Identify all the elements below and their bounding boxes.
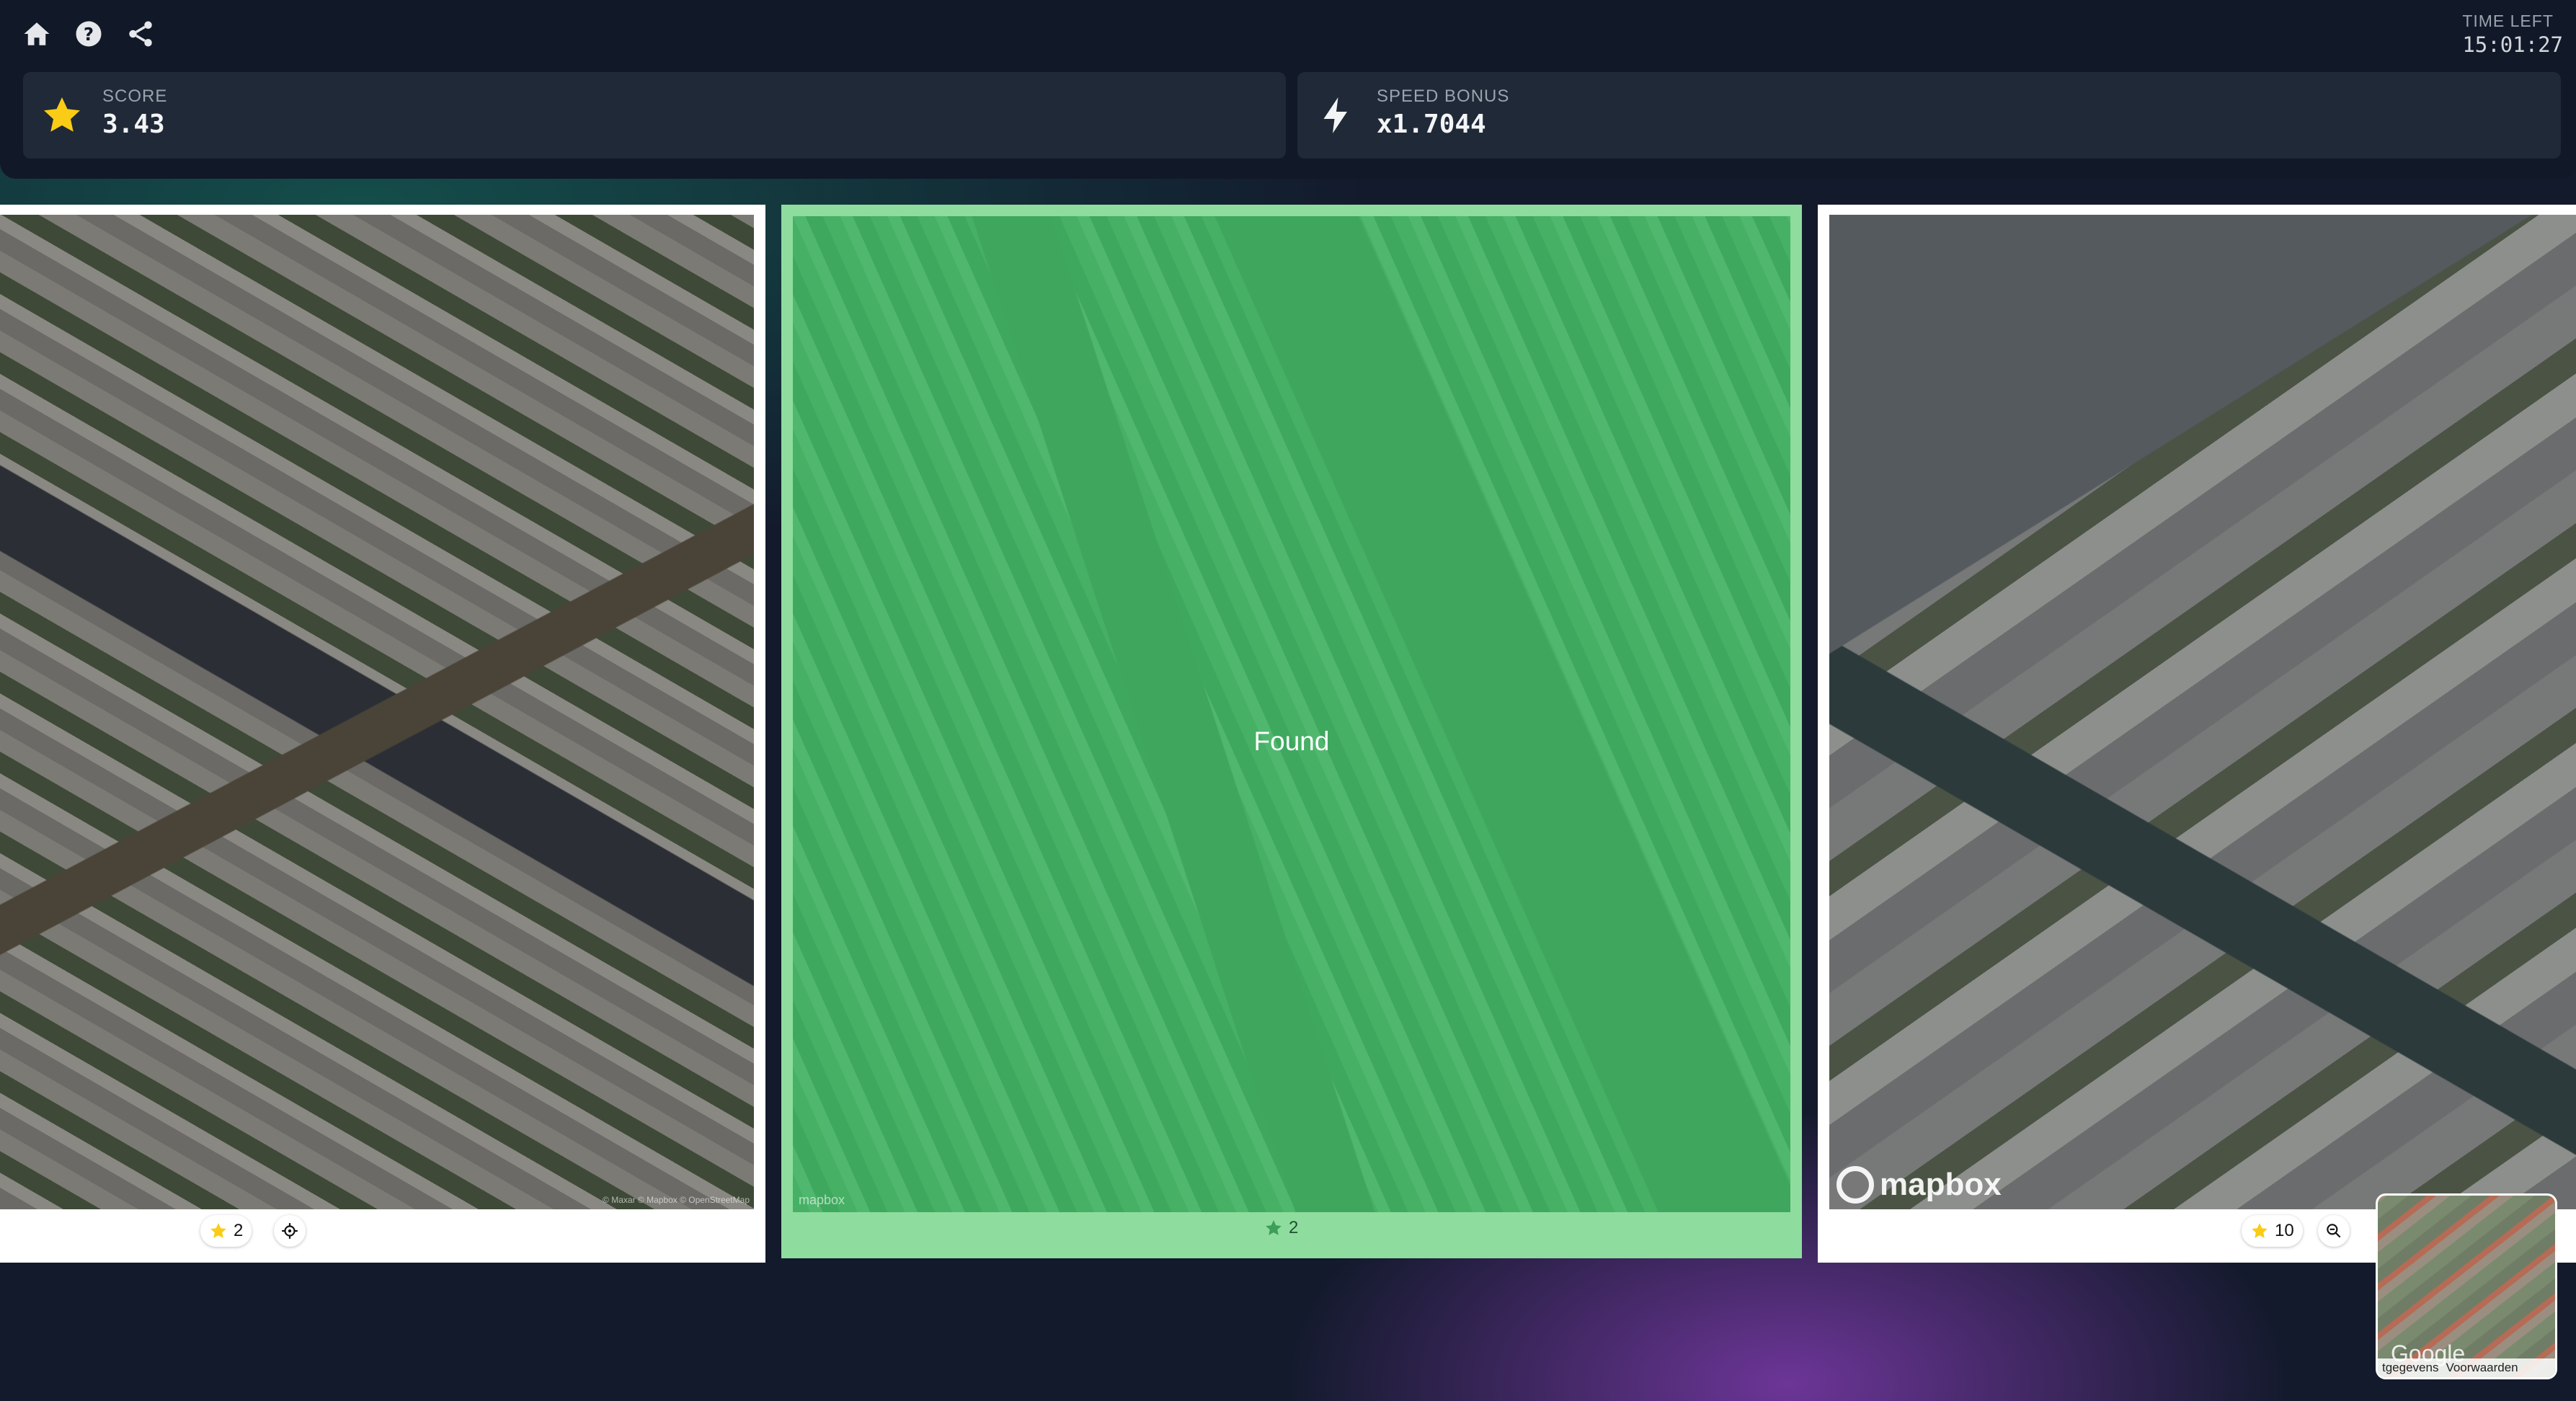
satellite-image[interactable]: © Maxar © Mapbox © OpenStreetMap	[0, 215, 754, 1209]
terms-link[interactable]: Voorwaarden	[2446, 1361, 2518, 1375]
map-attribution: © Maxar © Mapbox © OpenStreetMap	[603, 1195, 750, 1205]
satellite-image[interactable]: mapbox	[1829, 215, 2576, 1209]
stars-pill: 2	[1256, 1212, 1307, 1244]
satellite-image[interactable]: Found mapbox	[793, 216, 1790, 1212]
speed-bonus-card: SPEED BONUS x1.7044	[1297, 72, 2561, 159]
nav-icons: ?	[22, 19, 156, 49]
home-icon[interactable]	[22, 19, 52, 49]
score-value: 3.43	[102, 110, 165, 139]
speed-bonus-value: x1.7044	[1377, 110, 1486, 139]
score-card: SCORE 3.43	[23, 72, 1286, 159]
zoom-button[interactable]	[2318, 1215, 2350, 1247]
stars-pill: 10	[2242, 1215, 2303, 1247]
stars-count: 2	[234, 1221, 244, 1240]
bolt-icon	[1315, 94, 1358, 137]
location-card-left[interactable]: © Maxar © Mapbox © OpenStreetMap 2	[0, 205, 765, 1263]
top-bar: ? TIME LEFT 15:01:27 SCORE 3.43 SPEED BO…	[0, 0, 2576, 179]
target-icon	[282, 1223, 298, 1239]
mapbox-logo: mapbox	[799, 1193, 845, 1207]
stars-count: 10	[2275, 1221, 2294, 1240]
score-label: SCORE	[102, 86, 168, 106]
star-icon	[1266, 1220, 1282, 1235]
stars-pill: 2	[200, 1215, 252, 1247]
star-icon	[210, 1223, 226, 1238]
mapbox-icon	[1836, 1166, 1874, 1204]
svg-text:?: ?	[84, 24, 94, 45]
star-icon	[2252, 1223, 2268, 1238]
mapbox-logo: mapbox	[1836, 1166, 2002, 1204]
time-left-label: TIME LEFT	[2462, 12, 2554, 30]
stars-count: 2	[1289, 1218, 1299, 1237]
star-icon	[40, 94, 84, 137]
location-card-right[interactable]: mapbox 10	[1818, 205, 2576, 1263]
card-footer: 2	[781, 1211, 1802, 1247]
card-footer: 2	[0, 1211, 765, 1254]
minimap-attribution: tgegevens Voorwaarden	[2378, 1358, 2555, 1377]
help-icon[interactable]: ?	[74, 19, 104, 49]
street-view-minimap[interactable]: Google tgegevens Voorwaarden	[2376, 1193, 2557, 1379]
found-overlay	[793, 216, 1790, 1212]
share-icon[interactable]	[125, 19, 156, 49]
found-status: Found	[1253, 726, 1330, 756]
game-stage: ? TIME LEFT 15:01:27 SCORE 3.43 SPEED BO…	[0, 0, 2576, 1401]
time-left-value: 15:01:27	[2462, 32, 2563, 57]
zoom-icon	[2327, 1224, 2341, 1238]
time-left: TIME LEFT 15:01:27	[2462, 12, 2563, 57]
speed-bonus-label: SPEED BONUS	[1377, 86, 1510, 106]
location-card-found[interactable]: Found mapbox 2	[781, 205, 1802, 1258]
mapbox-wordmark: mapbox	[1880, 1167, 2002, 1202]
map-data-link[interactable]: tgegevens	[2382, 1361, 2438, 1375]
locate-button[interactable]	[274, 1215, 306, 1247]
